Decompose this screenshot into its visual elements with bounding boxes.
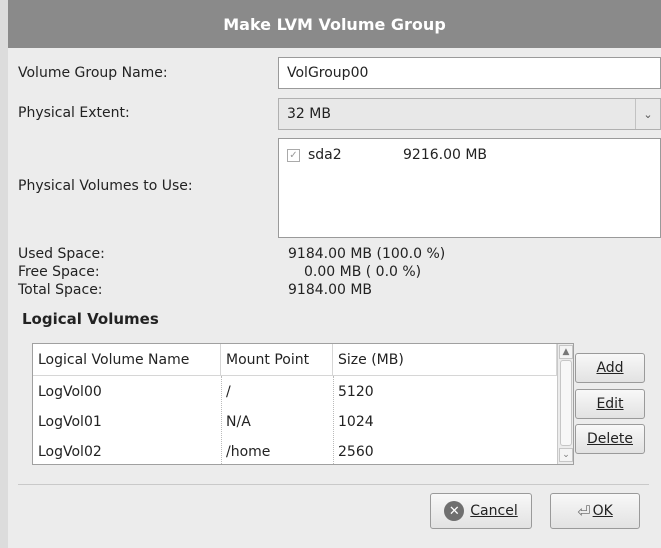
extent-value: 32 MB xyxy=(287,106,331,122)
vg-name-label: Volume Group Name: xyxy=(18,65,168,81)
lv-size: 2560 xyxy=(338,444,374,460)
column-header-name[interactable]: Logical Volume Name xyxy=(33,344,221,376)
ok-button[interactable]: ⏎ OK xyxy=(550,493,640,529)
lv-name: LogVol01 xyxy=(38,414,102,430)
pv-label: Physical Volumes to Use: xyxy=(18,178,193,194)
used-space-value: 9184.00 MB (100.0 %) xyxy=(288,246,446,262)
pv-row[interactable]: ✓ sda2 9216.00 MB xyxy=(287,147,487,163)
scroll-down-icon[interactable]: ⌄ xyxy=(559,448,573,462)
vg-name-value: VolGroup00 xyxy=(287,65,369,81)
lv-size: 1024 xyxy=(338,414,374,430)
scroll-up-icon[interactable]: ▲ xyxy=(559,345,573,359)
cancel-circle-icon: ✕ xyxy=(444,501,465,521)
scroll-thumb[interactable] xyxy=(560,360,572,446)
logical-volume-table[interactable]: Logical Volume Name Mount Point Size (MB… xyxy=(32,343,574,465)
window-title: Make LVM Volume Group xyxy=(223,14,446,34)
add-button[interactable]: Add xyxy=(575,353,645,383)
vertical-scrollbar[interactable]: ▲ ⌄ xyxy=(557,344,573,464)
lv-mount: / xyxy=(226,384,231,400)
used-space-label: Used Space: xyxy=(18,246,105,262)
free-space-value: 0.00 MB ( 0.0 %) xyxy=(304,264,422,280)
total-space-label: Total Space: xyxy=(18,282,103,298)
pv-device: sda2 xyxy=(308,147,342,163)
free-space-label: Free Space: xyxy=(18,264,100,280)
lv-name: LogVol00 xyxy=(38,384,102,400)
extent-label: Physical Extent: xyxy=(18,105,130,121)
column-header-size[interactable]: Size (MB) xyxy=(333,344,557,376)
lv-name: LogVol02 xyxy=(38,444,102,460)
ok-arrow-icon: ⏎ xyxy=(577,501,591,521)
pv-size: 9216.00 MB xyxy=(403,147,488,163)
total-space-value: 9184.00 MB xyxy=(288,282,373,298)
column-header-mount[interactable]: Mount Point xyxy=(221,344,333,376)
window-titlebar: Make LVM Volume Group xyxy=(8,0,661,48)
delete-button[interactable]: Delete xyxy=(575,424,645,454)
pv-checkbox[interactable]: ✓ xyxy=(287,148,300,162)
extent-dropdown[interactable]: 32 MB ⌄ xyxy=(278,98,661,130)
separator xyxy=(18,484,649,485)
edit-button[interactable]: Edit xyxy=(575,389,645,419)
vg-name-input[interactable]: VolGroup00 xyxy=(278,57,661,89)
lv-size: 5120 xyxy=(338,384,374,400)
logical-volumes-heading: Logical Volumes xyxy=(22,310,159,328)
dialog-body: Volume Group Name: VolGroup00 Physical E… xyxy=(8,48,661,548)
cancel-button[interactable]: ✕ Cancel xyxy=(430,493,532,529)
pv-list[interactable]: ✓ sda2 9216.00 MB xyxy=(278,138,661,238)
chevron-down-icon[interactable]: ⌄ xyxy=(635,99,660,129)
lv-mount: /home xyxy=(226,444,271,460)
lv-mount: N/A xyxy=(226,414,251,430)
